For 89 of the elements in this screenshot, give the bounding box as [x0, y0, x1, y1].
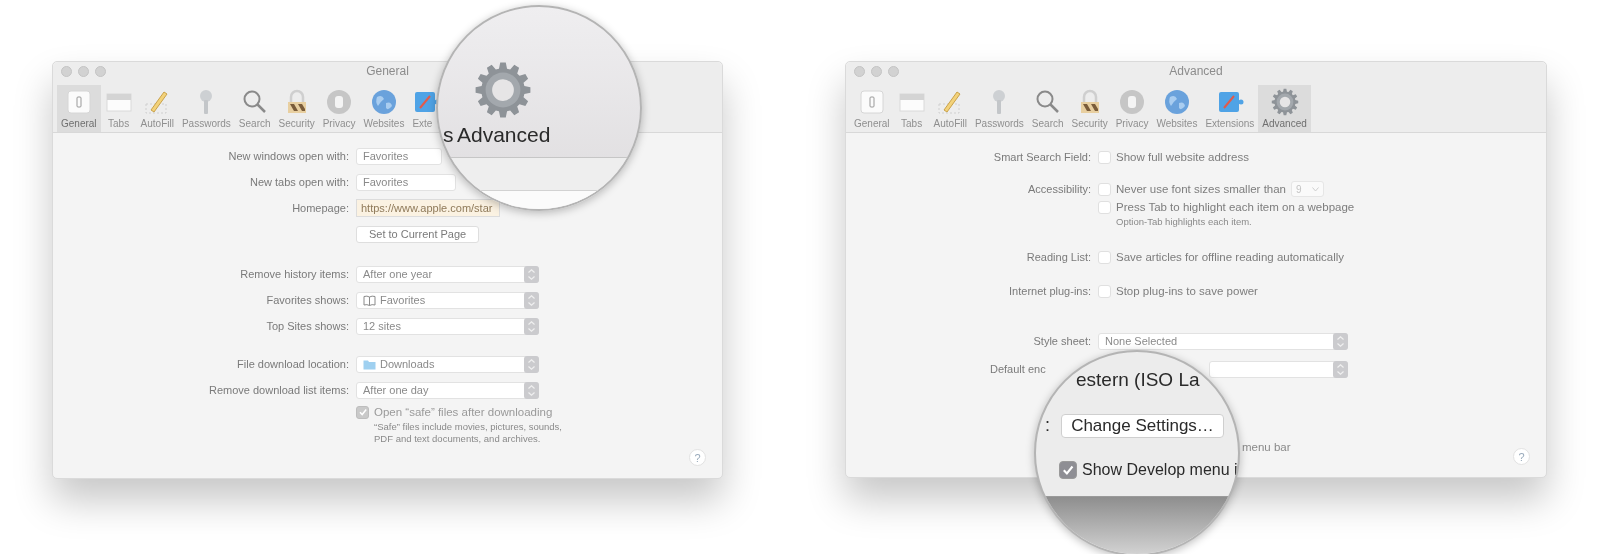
field-label: New windows open with:: [227, 150, 349, 162]
field-label: New tabs open with:: [248, 176, 349, 188]
toolbar-tab[interactable]: Privacy: [1111, 85, 1153, 132]
zoom-icon[interactable]: [95, 65, 106, 77]
popup-button[interactable]: After one day: [356, 381, 539, 399]
toolbar-tab[interactable]: Search: [234, 85, 275, 132]
field-label: Accessibility:: [1027, 183, 1091, 195]
field-label: Favorites shows:: [265, 294, 349, 306]
checkbox-label: Stop plug-ins to save power: [1116, 285, 1258, 297]
globe-icon: [1162, 88, 1191, 116]
checkbox-label: Show Develop menu i: [1082, 460, 1238, 480]
toolbar-tab[interactable]: Tabs: [100, 85, 137, 132]
field-label: Homepage:: [291, 202, 349, 214]
field-label: Top Sites shows:: [265, 320, 349, 332]
toolbar-tab[interactable]: Search: [1027, 85, 1068, 132]
checkbox-label: Press Tab to highlight each item on a webpage: [1116, 201, 1355, 213]
window-title: Advanced: [1169, 64, 1223, 78]
stepper-icon: [524, 317, 539, 335]
gear-icon: [474, 61, 532, 119]
popup-button[interactable]: After one year: [356, 265, 539, 283]
popup-button[interactable]: [1209, 360, 1348, 378]
toolbar-tab[interactable]: General: [850, 85, 894, 132]
toolbar-tab[interactable]: Security: [1067, 85, 1112, 132]
field-label: Remove history items:: [239, 268, 349, 280]
toolbar-tab[interactable]: Security: [274, 85, 319, 132]
field-label: :: [1045, 414, 1050, 437]
popup-button[interactable]: 12 sites: [356, 317, 539, 335]
stepper-icon: [524, 381, 539, 399]
checkbox[interactable]: [1059, 461, 1077, 479]
checkbox-label: Open “safe” files after downloading: [374, 406, 553, 418]
toolbar-tab[interactable]: Websites: [359, 85, 409, 132]
checkbox-label: menu bar: [1242, 441, 1291, 453]
toolbar-tab[interactable]: AutoFill: [136, 85, 178, 132]
stepper-icon: [524, 291, 539, 309]
stepper-icon: [1333, 360, 1348, 378]
book-icon: [363, 294, 376, 306]
help-button[interactable]: ?: [1513, 448, 1530, 465]
popup-button[interactable]: Favorites: [356, 147, 442, 165]
toolbar-tab[interactable]: General: [57, 85, 101, 132]
popup-button[interactable]: Favorites: [356, 173, 456, 191]
field-label: File download location:: [236, 358, 349, 370]
toolbar-tab[interactable]: Websites: [1152, 85, 1202, 132]
field-label: Remove download list items:: [208, 384, 349, 396]
popup-button[interactable]: Downloads: [356, 355, 539, 373]
close-icon[interactable]: [61, 65, 72, 77]
checkbox-label: Save articles for offline reading automatically: [1116, 251, 1344, 263]
set-current-page-button[interactable]: Set to Current Page: [356, 225, 480, 243]
help-note: Option-Tab highlights each item.: [1115, 216, 1253, 228]
stepper-icon: [524, 355, 539, 373]
toolbar-label: Advanced: [457, 122, 551, 148]
hand-icon: [1118, 88, 1147, 116]
folder-icon: [363, 358, 376, 370]
field-label: Reading List:: [1025, 251, 1091, 263]
globe-icon: [369, 88, 398, 116]
homepage-field[interactable]: https://www.apple.com/star: [356, 199, 500, 217]
toolbar-tab[interactable]: Extensions: [1201, 85, 1259, 132]
toolbar-tab[interactable]: Tabs: [893, 85, 930, 132]
checkbox-label: Never use font sizes smaller than: [1116, 183, 1287, 195]
window-title: General: [366, 64, 409, 78]
toolbar-tab[interactable]: Privacy: [318, 85, 360, 132]
zoom-icon[interactable]: [888, 65, 899, 77]
checkbox-label: Show full website address: [1116, 151, 1249, 163]
gear-icon: [1270, 88, 1299, 116]
popup-button[interactable]: Favorites: [356, 291, 539, 309]
checkmark-icon: [357, 407, 368, 417]
toolbar-label: s: [443, 122, 454, 148]
stepper-icon: [1333, 332, 1348, 350]
field-label: Internet plug-ins:: [1008, 285, 1091, 297]
stepper-icon: [524, 265, 539, 283]
field-label: Default enc: [989, 363, 1047, 375]
checkmark-icon: [1061, 463, 1075, 477]
minimize-icon[interactable]: [78, 65, 89, 77]
close-icon[interactable]: [854, 65, 865, 77]
toolbar-tab[interactable]: Advanced: [1258, 85, 1311, 132]
toolbar-tab[interactable]: Passwords: [970, 85, 1028, 132]
field-label: Smart Search Field:: [992, 151, 1091, 163]
help-note: “Safe” files include movies, pictures, sounds, PDF and text documents, and archives.: [373, 421, 563, 445]
popup-button[interactable]: None Selected: [1098, 332, 1348, 350]
help-button[interactable]: ?: [689, 449, 706, 466]
hand-icon: [325, 88, 354, 116]
chevron-icon: [1312, 186, 1320, 192]
encoding-value: estern (ISO La: [1076, 368, 1200, 392]
toolbar-tab[interactable]: AutoFill: [929, 85, 971, 132]
minimize-icon[interactable]: [871, 65, 882, 77]
toolbar-tab[interactable]: Passwords: [177, 85, 235, 132]
toolbar-tab[interactable]: Exte: [408, 85, 439, 132]
field-label: Style sheet:: [1032, 335, 1091, 347]
switch-icon: [857, 88, 886, 116]
change-settings-button[interactable]: Change Settings…: [1061, 414, 1224, 438]
